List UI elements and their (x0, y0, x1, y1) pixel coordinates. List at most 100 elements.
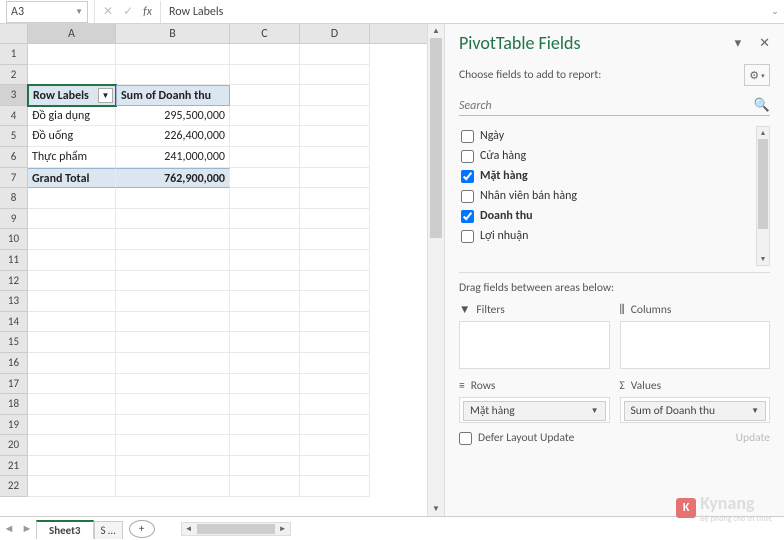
cell[interactable] (300, 147, 370, 168)
cell[interactable] (116, 394, 230, 415)
row-header[interactable]: 12 (0, 271, 28, 292)
cell[interactable] (230, 147, 300, 168)
cell[interactable] (230, 332, 300, 353)
cell[interactable]: Thực phẩm (28, 147, 116, 168)
cell[interactable] (300, 374, 370, 395)
row-header[interactable]: 7 (0, 168, 28, 189)
rows-dropzone[interactable]: Mặt hàng▼ (459, 397, 610, 423)
cell[interactable] (116, 209, 230, 230)
cell[interactable] (28, 250, 116, 271)
cell[interactable] (116, 415, 230, 436)
row-header[interactable]: 21 (0, 456, 28, 477)
grid-vertical-scrollbar[interactable]: ▲ ▼ (427, 24, 444, 516)
row-header[interactable]: 4 (0, 106, 28, 127)
sheet-tab-next[interactable]: S … (94, 521, 123, 539)
cell[interactable] (116, 188, 230, 209)
cell[interactable] (230, 291, 300, 312)
cell[interactable]: 762,900,000 (116, 168, 230, 189)
row-header[interactable]: 18 (0, 394, 28, 415)
values-chip[interactable]: Sum of Doanh thu▼ (624, 401, 767, 421)
columns-dropzone[interactable] (620, 321, 771, 369)
cell[interactable]: Đồ gia dụng (28, 106, 116, 127)
cell[interactable] (28, 456, 116, 477)
tab-nav-next[interactable]: ► (18, 522, 36, 535)
field-checkbox[interactable] (461, 210, 474, 223)
cell[interactable]: Sum of Doanh thu (116, 85, 230, 106)
cell[interactable] (300, 332, 370, 353)
cell[interactable] (300, 271, 370, 292)
cell[interactable] (28, 188, 116, 209)
row-header[interactable]: 9 (0, 209, 28, 230)
row-header[interactable]: 3 (0, 85, 28, 106)
panel-menu-icon[interactable]: ▾ (735, 36, 742, 51)
col-header-C[interactable]: C (230, 24, 300, 43)
cell[interactable] (300, 85, 370, 106)
cell[interactable] (300, 456, 370, 477)
close-icon[interactable]: ✕ (759, 36, 770, 51)
cell[interactable] (28, 65, 116, 86)
cell[interactable] (116, 312, 230, 333)
add-sheet-button[interactable]: + (129, 520, 155, 538)
rows-chip[interactable]: Mặt hàng▼ (463, 401, 606, 421)
chevron-down-icon[interactable]: ▼ (75, 7, 83, 17)
field-item[interactable]: Nhân viên bán hàng (459, 186, 770, 206)
scroll-down-icon[interactable]: ▼ (757, 253, 769, 265)
cell[interactable] (28, 209, 116, 230)
col-header-B[interactable]: B (116, 24, 230, 43)
cell[interactable]: Đồ uống (28, 126, 116, 147)
cell[interactable] (116, 44, 230, 65)
cell[interactable] (300, 229, 370, 250)
cell[interactable] (28, 312, 116, 333)
cell[interactable] (116, 291, 230, 312)
cell[interactable] (116, 435, 230, 456)
cell[interactable]: Grand Total (28, 168, 116, 189)
cell[interactable] (230, 394, 300, 415)
cell[interactable] (28, 394, 116, 415)
field-item[interactable]: Mặt hàng (459, 166, 770, 186)
cell[interactable] (300, 106, 370, 127)
field-item[interactable]: Doanh thu (459, 206, 770, 226)
cell[interactable] (230, 44, 300, 65)
cell[interactable] (230, 415, 300, 436)
cell[interactable] (230, 229, 300, 250)
scroll-up-icon[interactable]: ▲ (757, 127, 769, 139)
cell[interactable] (230, 106, 300, 127)
cell[interactable] (300, 44, 370, 65)
cell[interactable] (230, 209, 300, 230)
cell[interactable] (230, 126, 300, 147)
row-header[interactable]: 16 (0, 353, 28, 374)
cell[interactable] (300, 65, 370, 86)
cell[interactable] (300, 312, 370, 333)
filters-area[interactable]: ▼Filters (459, 303, 610, 369)
cell[interactable] (230, 65, 300, 86)
search-icon[interactable]: 🔍 (754, 98, 770, 113)
layout-options-button[interactable]: ⚙▾ (744, 64, 770, 86)
cell[interactable] (230, 353, 300, 374)
scroll-left-icon[interactable]: ◄ (182, 524, 196, 534)
cell[interactable] (116, 271, 230, 292)
cell[interactable]: Row Labels▼ (28, 85, 116, 106)
row-header[interactable]: 10 (0, 229, 28, 250)
cell[interactable] (28, 415, 116, 436)
values-dropzone[interactable]: Sum of Doanh thu▼ (620, 397, 771, 423)
row-header[interactable]: 15 (0, 332, 28, 353)
field-checkbox[interactable] (461, 130, 474, 143)
cell[interactable] (230, 312, 300, 333)
row-header[interactable]: 5 (0, 126, 28, 147)
cell[interactable] (230, 85, 300, 106)
cell[interactable] (28, 44, 116, 65)
cell[interactable] (116, 374, 230, 395)
row-header[interactable]: 8 (0, 188, 28, 209)
cell[interactable] (300, 209, 370, 230)
field-search[interactable]: 🔍 (459, 96, 770, 116)
row-header[interactable]: 13 (0, 291, 28, 312)
cell[interactable] (116, 250, 230, 271)
field-checkbox[interactable] (461, 150, 474, 163)
cell[interactable] (300, 168, 370, 189)
cell[interactable] (300, 476, 370, 497)
cell[interactable] (230, 374, 300, 395)
cell[interactable] (230, 435, 300, 456)
select-all-corner[interactable] (0, 24, 28, 43)
columns-area[interactable]: ⫼Columns (620, 303, 771, 369)
row-header[interactable]: 22 (0, 476, 28, 497)
